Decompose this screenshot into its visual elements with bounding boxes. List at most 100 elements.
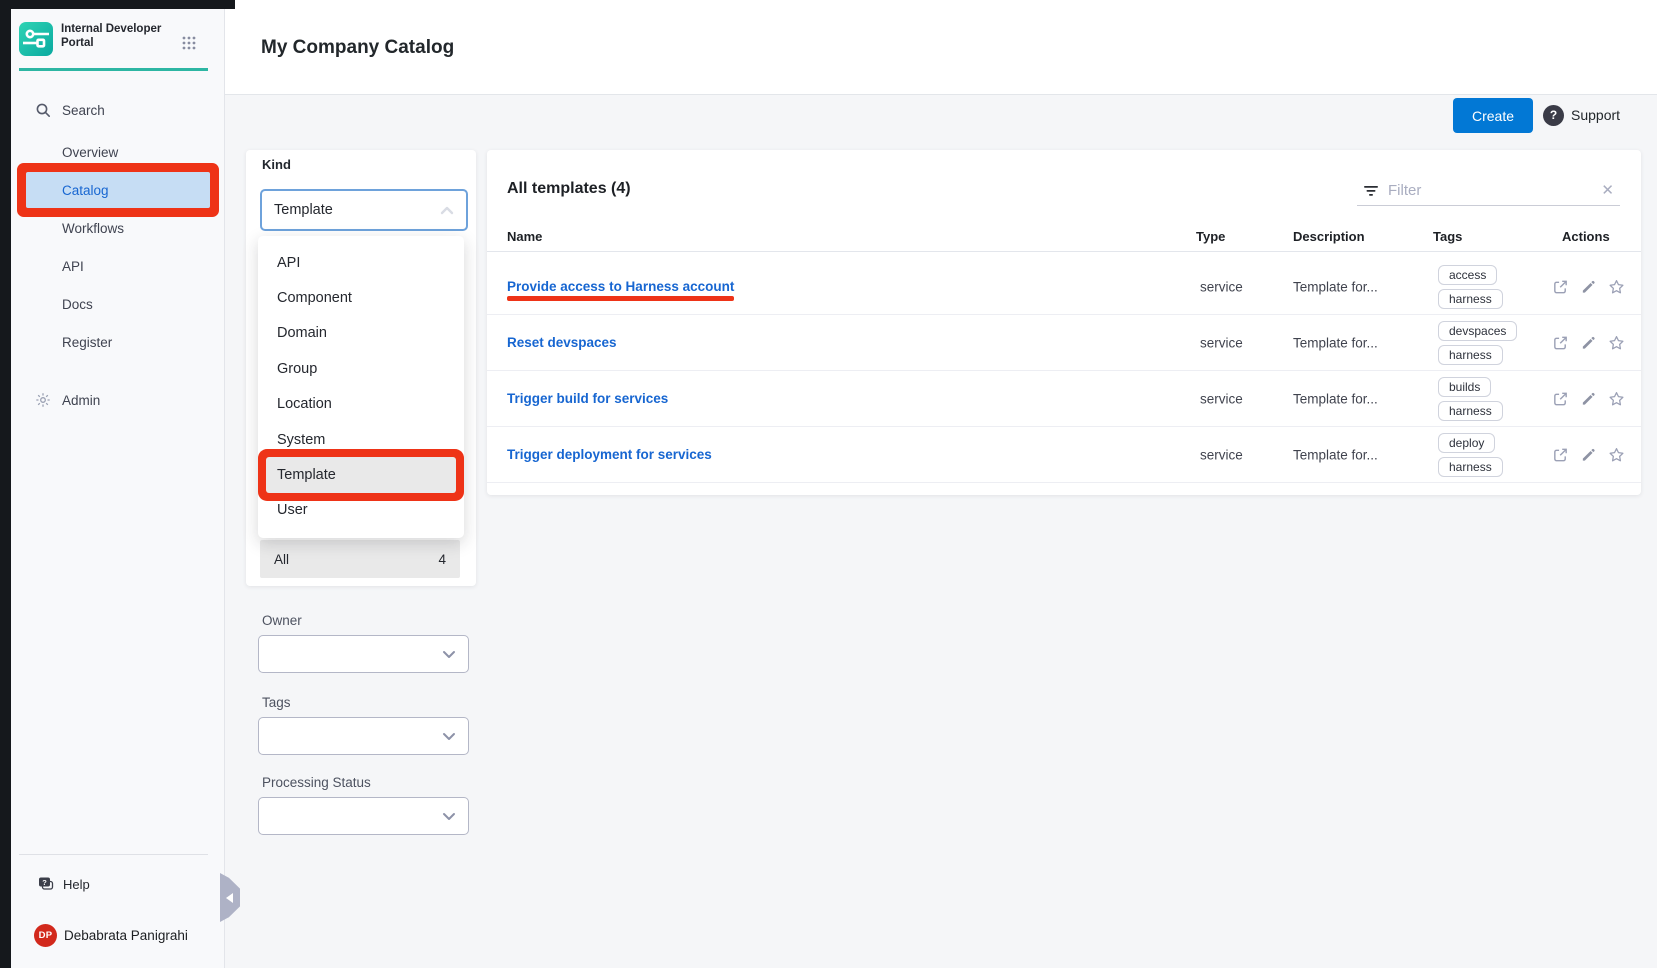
template-link[interactable]: Reset devspaces <box>507 335 617 350</box>
page-header: My Company Catalog <box>225 0 1657 95</box>
template-link-annotated[interactable]: Provide access to Harness account <box>507 279 734 294</box>
tag-chip[interactable]: deploy <box>1438 433 1495 453</box>
kind-option-template-annotated[interactable]: Template <box>266 457 456 492</box>
column-header-name: Name <box>507 229 542 244</box>
edit-pencil-icon[interactable] <box>1580 446 1597 463</box>
support-label: Support <box>1571 107 1620 123</box>
kind-option-domain[interactable]: Domain <box>266 316 456 351</box>
kind-label: Kind <box>262 157 291 172</box>
filter-icon <box>1363 184 1379 198</box>
kind-select-value: Template <box>274 202 440 218</box>
kind-option-group[interactable]: Group <box>266 351 456 386</box>
chevron-down-icon <box>442 732 456 741</box>
clear-filter-icon[interactable]: ✕ <box>1601 183 1614 198</box>
table-row: Reset devspaces service Template for... … <box>487 315 1641 371</box>
column-header-tags: Tags <box>1433 229 1462 244</box>
table-filter: ✕ <box>1357 176 1620 206</box>
sidebar-item-register[interactable]: Register <box>11 324 225 360</box>
user-name: Debabrata Panigrahi <box>64 928 188 943</box>
search-icon <box>35 102 51 118</box>
avatar: DP <box>34 924 57 947</box>
tag-chip[interactable]: builds <box>1438 377 1491 397</box>
caret-up-icon <box>440 206 454 215</box>
star-icon[interactable] <box>1608 390 1625 407</box>
brand-title: Internal Developer Portal <box>61 22 179 50</box>
star-icon[interactable] <box>1608 446 1625 463</box>
sidebar-user[interactable]: DP Debabrata Panigrahi <box>11 918 225 952</box>
sidebar-item-workflows[interactable]: Workflows <box>11 210 225 246</box>
type-cell: service <box>1200 391 1243 406</box>
open-in-new-icon[interactable] <box>1552 334 1569 351</box>
tag-chip[interactable]: harness <box>1438 289 1503 309</box>
edit-pencil-icon[interactable] <box>1580 390 1597 407</box>
column-header-type: Type <box>1196 229 1225 244</box>
sliders-logo-glyph <box>23 26 49 52</box>
sidebar-item-label: Workflows <box>62 221 124 236</box>
owner-label: Owner <box>262 613 302 628</box>
tags-filter-select[interactable] <box>258 717 469 755</box>
kind-option-component[interactable]: Component <box>266 280 456 315</box>
actions-cell <box>1552 446 1625 463</box>
edit-pencil-icon[interactable] <box>1580 278 1597 295</box>
table-row: Trigger deployment for services service … <box>487 427 1641 483</box>
table-body: Provide access to Harness account servic… <box>487 259 1641 483</box>
page-title: My Company Catalog <box>261 37 454 59</box>
tag-chip[interactable]: devspaces <box>1438 321 1517 341</box>
open-in-new-icon[interactable] <box>1552 390 1569 407</box>
sidebar-item-admin[interactable]: Admin <box>11 382 225 418</box>
actions-cell <box>1552 390 1625 407</box>
kind-option-user[interactable]: User <box>266 493 456 528</box>
tag-chip[interactable]: harness <box>1438 401 1503 421</box>
table-row: Provide access to Harness account servic… <box>487 259 1641 315</box>
template-name-cell: Reset devspaces <box>507 334 617 352</box>
tag-chip[interactable]: harness <box>1438 345 1503 365</box>
app-root: { "colors": { "brand_teal": "#2db6a3", "… <box>0 0 1657 968</box>
template-name-cell: Provide access to Harness account <box>507 278 734 296</box>
sidebar-item-docs[interactable]: Docs <box>11 286 225 322</box>
processing-status-select[interactable] <box>258 797 469 835</box>
edit-pencil-icon[interactable] <box>1580 334 1597 351</box>
kind-option-system[interactable]: System <box>266 422 456 457</box>
tag-chip[interactable]: harness <box>1438 457 1503 477</box>
processing-status-label: Processing Status <box>262 775 371 790</box>
templates-table-card: All templates (4) ✕ Name Type Descriptio… <box>487 150 1641 495</box>
description-cell: Template for... <box>1293 391 1378 406</box>
brand-line1: Internal Developer <box>61 22 179 36</box>
table-filter-input[interactable] <box>1388 182 1592 199</box>
sidebar-item-overview[interactable]: Overview <box>11 134 225 170</box>
sidebar-item-catalog-annotated[interactable]: Catalog <box>26 172 210 208</box>
sidebar-item-search[interactable]: Search <box>11 93 225 127</box>
sidebar-item-api[interactable]: API <box>11 248 225 284</box>
table-header-row: Name Type Description Tags Actions <box>487 226 1641 252</box>
template-link[interactable]: Trigger deployment for services <box>507 447 712 462</box>
template-name-cell: Trigger deployment for services <box>507 446 712 464</box>
idp-logo <box>19 22 53 56</box>
chevron-down-icon <box>442 650 456 659</box>
sidebar-item-help[interactable]: ? Help <box>11 867 225 901</box>
kind-option-api[interactable]: API <box>266 245 456 280</box>
column-header-description: Description <box>1293 229 1365 244</box>
description-cell: Template for... <box>1293 279 1378 294</box>
sidebar-item-label: API <box>62 259 84 274</box>
support-button[interactable]: ? Support <box>1543 104 1620 126</box>
template-name-cell: Trigger build for services <box>507 390 668 408</box>
star-icon[interactable] <box>1608 278 1625 295</box>
kind-select[interactable]: Template <box>260 189 468 231</box>
open-in-new-icon[interactable] <box>1552 446 1569 463</box>
brand-line2: Portal <box>61 36 179 50</box>
sidebar-divider <box>19 854 208 855</box>
template-link[interactable]: Trigger build for services <box>507 391 668 406</box>
apps-grid-icon[interactable] <box>181 35 197 51</box>
create-button[interactable]: Create <box>1453 98 1533 133</box>
tag-chip[interactable]: access <box>1438 265 1497 285</box>
tags-cell: devspaces harness <box>1438 321 1517 365</box>
kind-option-location[interactable]: Location <box>266 387 456 422</box>
question-mark-icon: ? <box>1543 105 1564 126</box>
open-in-new-icon[interactable] <box>1552 278 1569 295</box>
sidebar: Internal Developer Portal Search Overvie… <box>11 9 225 968</box>
table-row: Trigger build for services service Templ… <box>487 371 1641 427</box>
sidebar-collapse-handle[interactable] <box>220 873 240 922</box>
kind-count-row-all[interactable]: All 4 <box>260 540 460 578</box>
owner-select[interactable] <box>258 635 469 673</box>
star-icon[interactable] <box>1608 334 1625 351</box>
